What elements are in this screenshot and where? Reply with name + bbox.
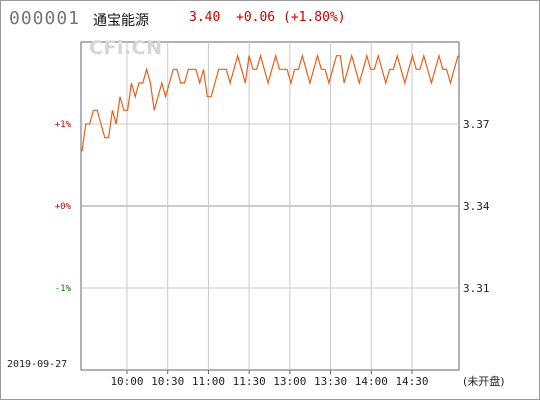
x-tick-label: 11:00: [192, 375, 225, 388]
intraday-chart: +1% +0% -1% 3.37 3.34 3.31 10:00 10:30 11:00 11:3…: [55, 41, 505, 388]
trading-date: 2019-09-27: [7, 359, 68, 370]
stock-code: 000001: [9, 8, 81, 29]
price-tick-label: 3.31: [463, 282, 490, 295]
price-line: [81, 53, 459, 152]
last-price: 3.40: [189, 10, 221, 25]
x-tick-label: 11:30: [233, 375, 266, 388]
pct-tick-label: -1%: [55, 284, 72, 294]
x-tick-label: 10:30: [151, 375, 184, 388]
market-status: (未开盘): [463, 374, 505, 388]
chart-frame: +1% +0% -1% 3.37 3.34 3.31 10:00 10:30 11:00 11:3…: [0, 0, 540, 400]
x-tick-label: 13:00: [273, 375, 306, 388]
price-tick-label: 3.37: [463, 118, 490, 131]
x-tick-label: 10:00: [110, 375, 143, 388]
x-tick-label: 14:30: [395, 375, 428, 388]
watermark-logo: CFi.CN: [89, 37, 163, 59]
pct-tick-label: +0%: [55, 202, 72, 212]
price-change: +0.06: [236, 10, 276, 25]
price-tick-label: 3.34: [463, 200, 490, 213]
x-tick-label: 13:30: [314, 375, 347, 388]
stock-name: 通宝能源: [93, 13, 149, 29]
price-change-percent: (+1.80%): [283, 10, 346, 25]
pct-tick-label: +1%: [55, 120, 72, 130]
x-tick-label: 14:00: [355, 375, 388, 388]
